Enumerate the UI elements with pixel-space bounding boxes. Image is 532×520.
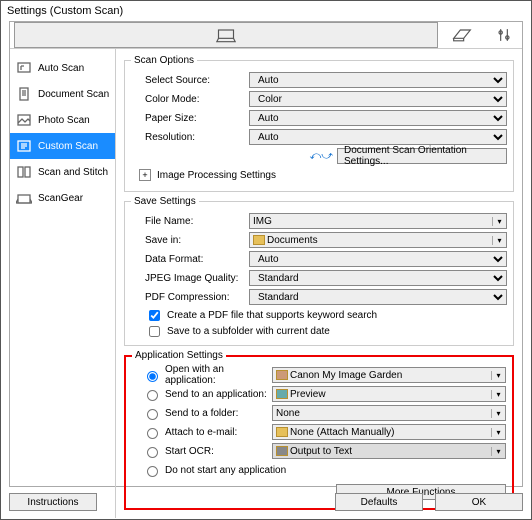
- window-title: Settings (Custom Scan): [1, 1, 531, 21]
- document-scan-icon: [16, 86, 32, 102]
- sidebar-item-photo-scan[interactable]: Photo Scan: [10, 107, 115, 133]
- send-to-folder-dropdown[interactable]: None▾: [272, 405, 506, 421]
- color-mode-label: Color Mode:: [131, 94, 249, 105]
- sidebar-item-custom-scan[interactable]: Custom Scan: [10, 133, 115, 159]
- app-icon: [276, 370, 288, 380]
- expand-image-processing-button[interactable]: +: [139, 169, 151, 181]
- attach-email-dropdown[interactable]: None (Attach Manually)▾: [272, 424, 506, 440]
- auto-scan-icon: [16, 60, 32, 76]
- color-mode-dropdown[interactable]: Color: [249, 91, 507, 107]
- sidebar-item-label: Auto Scan: [38, 63, 84, 74]
- subfolder-date-checkbox[interactable]: [149, 326, 160, 337]
- sidebar-item-label: Custom Scan: [38, 141, 98, 152]
- image-processing-label: Image Processing Settings: [157, 170, 276, 181]
- pdf-compression-dropdown[interactable]: Standard: [249, 289, 507, 305]
- save-settings-group: Save Settings File Name: IMG▾ Save in: D…: [124, 196, 514, 346]
- scan-options-legend: Scan Options: [131, 55, 197, 66]
- paper-size-label: Paper Size:: [131, 113, 249, 124]
- instructions-button[interactable]: Instructions: [9, 493, 97, 511]
- start-ocr-radio[interactable]: [147, 447, 158, 458]
- tool-flatbed-icon[interactable]: [444, 22, 480, 48]
- keyword-search-label: Create a PDF file that supports keyword …: [167, 310, 377, 321]
- do-not-start-label: Do not start any application: [165, 465, 286, 476]
- sidebar-item-label: Photo Scan: [38, 115, 90, 126]
- do-not-start-radio[interactable]: [147, 466, 158, 477]
- ocr-icon: [276, 446, 288, 456]
- footer: Instructions Defaults OK: [9, 493, 523, 513]
- sidebar-item-label: Scan and Stitch: [38, 167, 108, 178]
- resolution-dropdown[interactable]: Auto: [249, 129, 507, 145]
- top-toolbar: [10, 22, 522, 49]
- defaults-button[interactable]: Defaults: [335, 493, 423, 511]
- attach-email-radio[interactable]: [147, 428, 158, 439]
- start-ocr-label: Start OCR:: [165, 446, 214, 457]
- file-name-label: File Name:: [131, 216, 249, 227]
- application-settings-group: Application Settings Open with an applic…: [124, 350, 514, 510]
- subfolder-date-label: Save to a subfolder with current date: [167, 326, 330, 337]
- sidebar-item-scangear[interactable]: ScanGear: [10, 185, 115, 211]
- file-name-field[interactable]: IMG▾: [249, 213, 507, 229]
- sidebar-item-scan-stitch[interactable]: Scan and Stitch: [10, 159, 115, 185]
- data-format-label: Data Format:: [131, 254, 249, 265]
- send-to-app-radio[interactable]: [147, 390, 158, 401]
- sidebar-item-label: ScanGear: [38, 193, 83, 204]
- application-settings-legend: Application Settings: [132, 350, 226, 361]
- scan-stitch-icon: [16, 164, 32, 180]
- resolution-label: Resolution:: [131, 132, 249, 143]
- custom-scan-icon: [16, 138, 32, 154]
- tool-settings-icon[interactable]: [486, 22, 522, 48]
- open-with-app-label: Open with an application:: [165, 364, 272, 386]
- sidebar-item-document-scan[interactable]: Document Scan: [10, 81, 115, 107]
- open-with-app-radio[interactable]: [147, 371, 158, 382]
- pdf-compression-label: PDF Compression:: [131, 292, 249, 303]
- save-settings-legend: Save Settings: [131, 196, 199, 207]
- jpeg-quality-dropdown[interactable]: Standard: [249, 270, 507, 286]
- send-to-folder-radio[interactable]: [147, 409, 158, 420]
- attach-email-label: Attach to e-mail:: [165, 427, 237, 438]
- swap-icon[interactable]: ⤺⤻: [309, 150, 333, 163]
- start-ocr-dropdown[interactable]: Output to Text▾: [272, 443, 506, 459]
- main-panel: Auto Scan Document Scan Photo Scan Custo…: [9, 21, 523, 487]
- scan-options-group: Scan Options Select Source: Auto Color M…: [124, 55, 514, 192]
- save-in-label: Save in:: [131, 235, 249, 246]
- open-with-app-dropdown[interactable]: Canon My Image Garden▾: [272, 367, 506, 383]
- data-format-dropdown[interactable]: Auto: [249, 251, 507, 267]
- ok-button[interactable]: OK: [435, 493, 523, 511]
- send-to-app-label: Send to an application:: [165, 389, 267, 400]
- save-in-dropdown[interactable]: Documents▾: [249, 232, 507, 248]
- mail-icon: [276, 427, 288, 437]
- sidebar: Auto Scan Document Scan Photo Scan Custo…: [10, 49, 116, 518]
- keyword-search-checkbox[interactable]: [149, 310, 160, 321]
- photo-scan-icon: [16, 112, 32, 128]
- settings-main: Scan Options Select Source: Auto Color M…: [116, 49, 522, 518]
- tool-scanner-icon[interactable]: [14, 22, 438, 48]
- send-to-folder-label: Send to a folder:: [165, 408, 238, 419]
- sidebar-item-label: Document Scan: [38, 89, 109, 100]
- scangear-icon: [16, 190, 32, 206]
- paper-size-dropdown[interactable]: Auto: [249, 110, 507, 126]
- select-source-dropdown[interactable]: Auto: [249, 72, 507, 88]
- folder-icon: [253, 235, 265, 245]
- select-source-label: Select Source:: [131, 75, 249, 86]
- sidebar-item-auto-scan[interactable]: Auto Scan: [10, 55, 115, 81]
- send-to-app-dropdown[interactable]: Preview▾: [272, 386, 506, 402]
- orientation-settings-button[interactable]: Document Scan Orientation Settings...: [337, 148, 507, 164]
- jpeg-quality-label: JPEG Image Quality:: [131, 273, 249, 284]
- preview-icon: [276, 389, 288, 399]
